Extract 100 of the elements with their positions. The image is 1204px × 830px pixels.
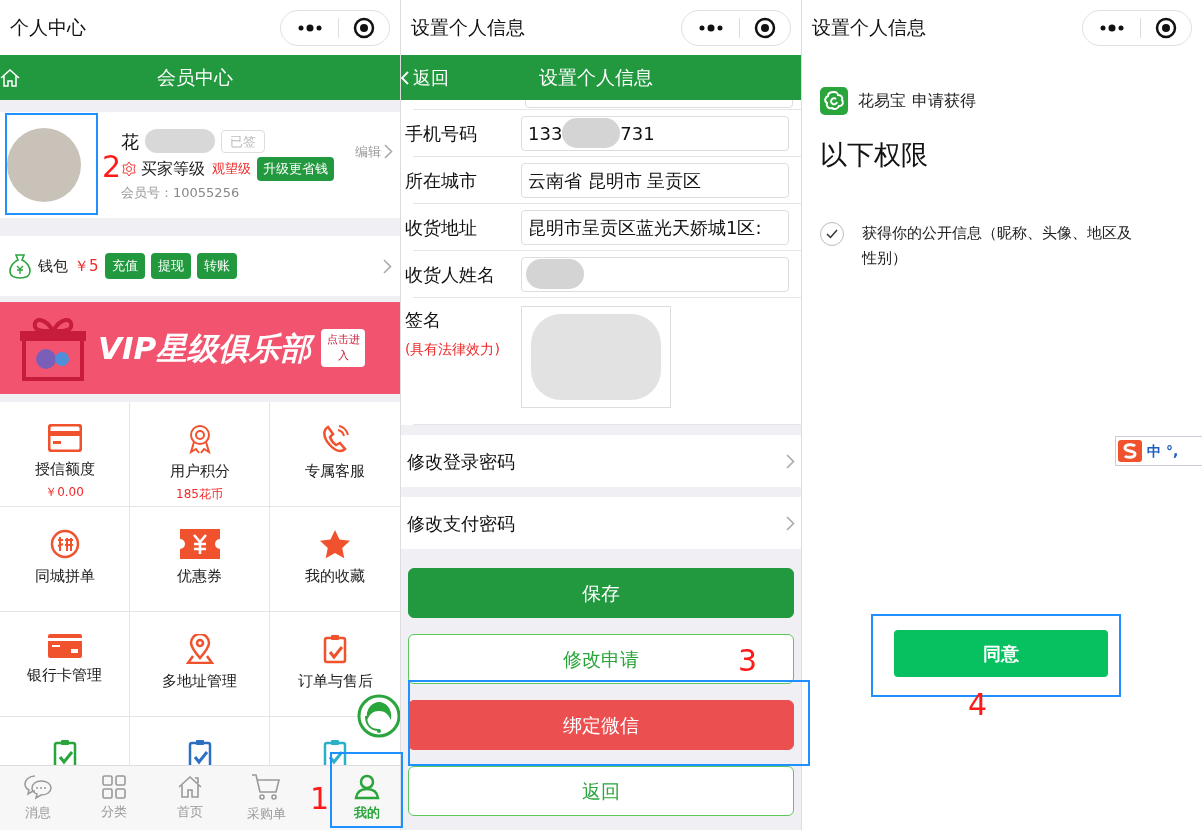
- money-bag-icon: [8, 253, 32, 279]
- chat-bubble-icon: [23, 773, 53, 800]
- page-title: 设置个人信息: [812, 15, 926, 41]
- tile-label: 银行卡管理: [27, 665, 102, 686]
- tile-label: 用户积分: [169, 461, 230, 482]
- blurred-digits: [562, 118, 621, 148]
- circle-character-icon: [49, 529, 80, 559]
- wallet-action-button[interactable]: 转账: [196, 253, 237, 279]
- tile-label: 专属客服: [305, 461, 365, 482]
- flower-logo-icon: [820, 87, 848, 115]
- tile-value: ￥0.00: [45, 483, 84, 501]
- tab-item[interactable]: 我的: [334, 766, 400, 830]
- settings-link[interactable]: 修改支付密码: [401, 497, 801, 549]
- annotation-number: 1: [310, 782, 330, 816]
- level-value: 观望级: [212, 160, 251, 178]
- wallet-label: 钱包: [38, 255, 68, 277]
- more-dots-icon[interactable]: [297, 23, 323, 32]
- close-target-icon[interactable]: [754, 16, 776, 39]
- banner-button[interactable]: 点击进入: [321, 329, 366, 367]
- permissions-heading: 以下权限: [820, 138, 929, 172]
- star-icon: [319, 529, 351, 559]
- action-button[interactable]: 返回: [408, 766, 794, 816]
- header-title: 设置个人信息: [539, 65, 653, 91]
- settings-link[interactable]: 修改登录密码: [401, 435, 801, 487]
- tile-label: 优惠券: [177, 566, 222, 587]
- back-button[interactable]: 返回: [401, 64, 521, 91]
- member-id: 10055256: [173, 183, 240, 202]
- edit-link[interactable]: 编辑: [355, 142, 381, 162]
- person-icon: [354, 773, 380, 800]
- menu-tile[interactable]: 用户积分 185花币: [130, 402, 270, 507]
- field-label: 所在城市: [405, 168, 478, 193]
- ticket-icon: [179, 529, 220, 559]
- page-title: 设置个人信息: [411, 15, 525, 41]
- tile-label: 同城拼单: [34, 566, 95, 587]
- more-dots-icon[interactable]: [1099, 23, 1125, 32]
- field-value: 731: [620, 121, 655, 146]
- action-button[interactable]: 保存: [408, 568, 794, 618]
- field-note: (具有法律效力): [405, 340, 501, 359]
- blurred-name: [526, 259, 584, 289]
- checkmark-icon: [826, 228, 838, 239]
- signed-badge: 已签: [221, 129, 265, 153]
- grid-icon: [102, 774, 126, 799]
- card-icon: [47, 634, 82, 658]
- field-label: 手机号码: [405, 121, 478, 146]
- annotation-number: 3: [738, 644, 758, 678]
- tile-label: 我的收藏: [305, 566, 365, 587]
- menu-tile[interactable]: 银行卡管理: [0, 612, 130, 717]
- close-target-icon[interactable]: [1155, 16, 1177, 39]
- chevron-left-icon: [401, 70, 409, 85]
- annotation-number: 2: [102, 150, 122, 184]
- input-field[interactable]: [521, 256, 789, 292]
- chevron-right-icon: [786, 453, 795, 469]
- permission-text: 获得你的公开信息（昵称、头像、地区及性别）: [862, 222, 1133, 269]
- tile-label: 授信额度: [34, 459, 95, 480]
- cart-icon: [251, 772, 281, 801]
- request-text: 申请获得: [912, 90, 976, 112]
- action-button[interactable]: 绑定微信: [408, 700, 794, 750]
- header-title: 会员中心: [156, 65, 234, 91]
- phone-icon: [320, 424, 350, 454]
- tile-label: 订单与售后: [297, 671, 373, 692]
- ime-mode[interactable]: 中: [1147, 440, 1161, 462]
- user-name: 花: [121, 129, 139, 154]
- field-label: 收货人姓名: [405, 262, 496, 287]
- badge-icon: [121, 160, 137, 177]
- field-label: 收货地址: [405, 215, 478, 240]
- home-icon: [177, 774, 203, 799]
- input-field[interactable]: 133 731: [521, 115, 789, 151]
- menu-tile[interactable]: 授信额度 ￥0.00: [0, 402, 130, 507]
- tile-label: 多地址管理: [162, 671, 237, 692]
- page-title: 个人中心: [10, 15, 86, 41]
- menu-tile[interactable]: 多地址管理: [130, 612, 270, 717]
- menu-tile[interactable]: 同城拼单: [0, 507, 130, 612]
- level-label: 买家等级: [141, 157, 205, 180]
- tile-value: 185花币: [176, 485, 223, 503]
- close-target-icon[interactable]: [353, 16, 375, 39]
- input-method-logo-icon[interactable]: [1118, 440, 1142, 462]
- wallet-amount: ￥5: [74, 255, 99, 277]
- member-id-label: 会员号：: [121, 183, 173, 202]
- app-name: 花易宝: [858, 90, 906, 112]
- chevron-right-icon: [383, 258, 392, 274]
- wallet-action-button[interactable]: 充值: [104, 253, 145, 279]
- annotation-number: 4: [968, 688, 988, 722]
- card-icon: [47, 424, 82, 452]
- home-icon[interactable]: [0, 67, 20, 88]
- medal-icon: [186, 424, 213, 454]
- menu-tile[interactable]: 优惠券: [130, 507, 270, 612]
- location-pin-icon: [184, 634, 215, 664]
- blurred-name: [145, 129, 215, 154]
- input-field[interactable]: 云南省 昆明市 呈贡区: [521, 162, 789, 198]
- banner[interactable]: VIP星级俱乐部 点击进入: [0, 302, 400, 394]
- upgrade-button[interactable]: 升级更省钱: [257, 157, 334, 181]
- wallet-action-button[interactable]: 提现: [150, 253, 191, 279]
- input-field[interactable]: 昆明市呈贡区蓝光天娇城1区:: [521, 209, 789, 245]
- chevron-right-icon: [384, 144, 393, 160]
- field-value: 133: [528, 121, 563, 146]
- field-label: 签名: [405, 308, 442, 332]
- chevron-right-icon: [786, 515, 795, 531]
- more-dots-icon[interactable]: [698, 23, 724, 32]
- customer-service-icon[interactable]: [357, 694, 400, 738]
- ime-punctuation[interactable]: °,: [1166, 440, 1179, 462]
